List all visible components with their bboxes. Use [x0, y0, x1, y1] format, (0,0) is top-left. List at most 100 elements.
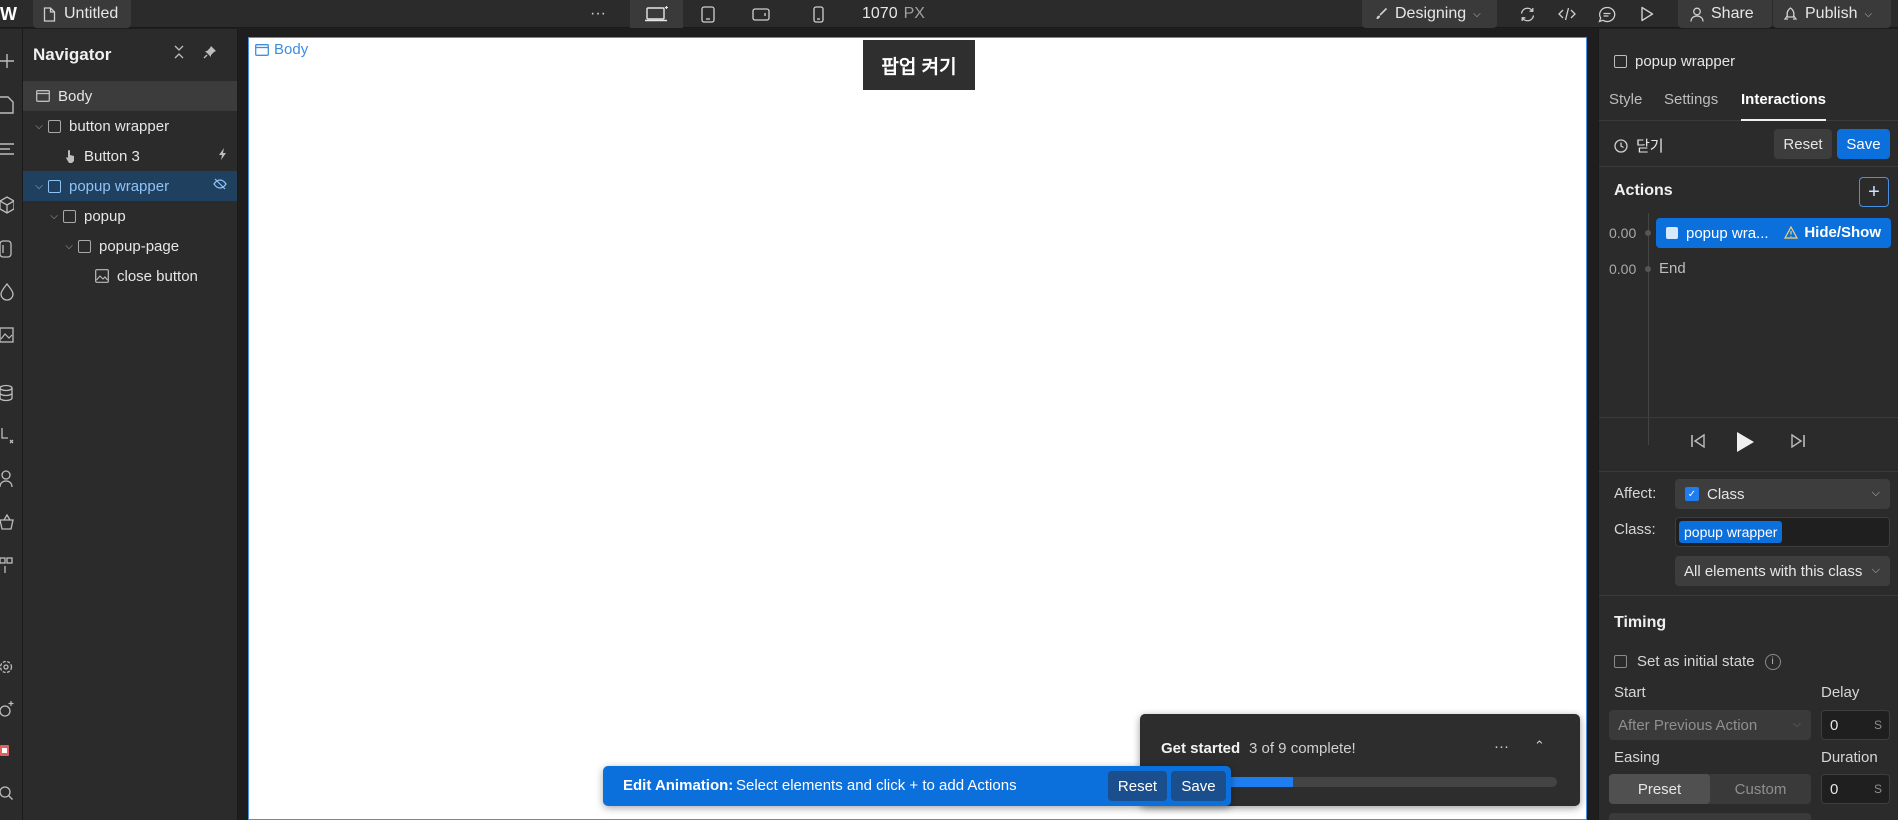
tab-style[interactable]: Style	[1609, 91, 1642, 121]
panel-tabs: Style Settings Interactions	[1599, 91, 1898, 121]
start-dropdown[interactable]: After Previous Action ⌵	[1609, 710, 1811, 740]
canvas-width-unit: PX	[903, 5, 925, 22]
sync-icon[interactable]	[1514, 0, 1540, 28]
navigator-icon[interactable]	[0, 139, 14, 159]
animation-reset-button[interactable]: Reset	[1108, 771, 1167, 801]
animation-save-button[interactable]: Save	[1171, 771, 1226, 801]
nav-item-close-button[interactable]: close button	[23, 261, 237, 291]
initial-state-label: Set as initial state	[1637, 653, 1755, 670]
chevron-down-icon[interactable]: ⌵	[33, 181, 45, 192]
trigger-name-row[interactable]: 닫기	[1614, 135, 1664, 156]
logo-icon[interactable]: W	[0, 3, 17, 25]
body-icon	[255, 43, 269, 56]
nav-item-popup-page[interactable]: ⌵ popup-page	[23, 231, 237, 261]
easing-preset-option[interactable]: Preset	[1609, 774, 1710, 804]
chevron-down-icon[interactable]: ⌵	[33, 121, 45, 132]
cms-database-icon[interactable]	[0, 383, 14, 403]
info-icon[interactable]: i	[1764, 653, 1781, 670]
publish-button[interactable]: Publish ⌵	[1773, 0, 1891, 28]
nav-item-popup[interactable]: ⌵ popup	[23, 201, 237, 231]
mode-dropdown[interactable]: Designing ⌵	[1362, 0, 1497, 28]
pin-icon[interactable]	[203, 45, 217, 59]
code-icon[interactable]	[1554, 0, 1580, 28]
hide-show-action[interactable]: popup wra... Hide/Show	[1656, 218, 1891, 248]
settings-gear-icon[interactable]	[0, 657, 14, 677]
tablet-breakpoint-icon[interactable]	[695, 0, 721, 28]
hidden-eye-off-icon[interactable]	[213, 178, 227, 193]
affect-dropdown[interactable]: ✓ Class ⌵	[1675, 479, 1890, 509]
nav-item-button-3[interactable]: Button 3	[23, 141, 237, 171]
skip-forward-icon[interactable]	[1789, 432, 1807, 454]
skip-back-icon[interactable]	[1689, 432, 1707, 454]
collapse-all-icon[interactable]	[173, 45, 185, 59]
rocket-icon	[1783, 6, 1798, 22]
design-canvas[interactable]: Body 팝업 켜기	[248, 37, 1587, 820]
left-tool-rail	[0, 29, 23, 820]
more-options-icon[interactable]: ···	[1494, 738, 1509, 755]
delay-unit: S	[1873, 718, 1882, 732]
body-element-tag[interactable]: Body	[255, 41, 308, 58]
chevron-up-icon[interactable]: ⌃	[1534, 738, 1545, 754]
nav-item-button-wrapper[interactable]: ⌵ button wrapper	[23, 111, 237, 141]
pages-icon[interactable]	[0, 95, 14, 115]
designer-app: W Untitled ··· 1070 PX Designing ⌵ Share…	[0, 0, 1898, 820]
class-chip[interactable]: popup wrapper	[1679, 521, 1783, 543]
nav-item-body[interactable]: Body	[23, 81, 237, 111]
comments-icon[interactable]	[1594, 0, 1620, 28]
publish-label: Publish	[1805, 5, 1858, 22]
div-block-icon	[48, 179, 61, 193]
share-button[interactable]: Share	[1678, 0, 1772, 28]
ecommerce-basket-icon[interactable]	[0, 512, 14, 532]
delay-input[interactable]: 0 S	[1821, 710, 1890, 740]
record-icon[interactable]	[0, 741, 14, 761]
search-icon[interactable]	[0, 784, 14, 804]
desktop-breakpoint-icon[interactable]	[630, 0, 683, 28]
mobile-landscape-breakpoint-icon[interactable]	[748, 0, 774, 28]
more-options-icon[interactable]: ···	[585, 0, 611, 28]
class-target-icon	[1666, 227, 1678, 239]
tab-interactions[interactable]: Interactions	[1741, 91, 1827, 121]
styles-drop-icon[interactable]	[0, 282, 14, 302]
file-name-button[interactable]: Untitled	[33, 0, 131, 28]
chevron-down-icon[interactable]: ⌵	[63, 241, 75, 252]
affect-scope-value: All elements with this class	[1684, 562, 1863, 580]
tab-settings[interactable]: Settings	[1664, 91, 1718, 121]
variables-icon[interactable]	[0, 239, 14, 259]
initial-state-checkbox[interactable]	[1614, 655, 1627, 668]
preview-play-icon[interactable]	[1634, 0, 1660, 28]
easing-custom-option[interactable]: Custom	[1710, 774, 1811, 804]
selected-element-name: popup wrapper	[1635, 53, 1736, 70]
apps-icon[interactable]	[0, 555, 14, 575]
class-checkbox-icon: ✓	[1685, 487, 1699, 501]
mobile-portrait-breakpoint-icon[interactable]	[805, 0, 831, 28]
logic-flow-icon[interactable]	[0, 426, 14, 446]
class-selector-field[interactable]: popup wrapper	[1675, 517, 1890, 547]
navigator-title: Navigator	[33, 45, 112, 64]
ai-sparkle-icon[interactable]	[0, 699, 14, 719]
interaction-save-button[interactable]: Save	[1837, 129, 1890, 159]
add-elements-icon[interactable]	[0, 51, 14, 71]
interaction-reset-button[interactable]: Reset	[1774, 129, 1832, 159]
body-tag-label: Body	[274, 41, 309, 58]
action-row-end: 0.00 End	[1599, 254, 1898, 284]
chevron-down-icon[interactable]: ⌵	[48, 211, 60, 222]
duration-input[interactable]: 0 S	[1821, 774, 1890, 804]
file-name: Untitled	[64, 5, 119, 22]
mode-label: Designing	[1395, 5, 1467, 22]
start-value: After Previous Action	[1618, 716, 1758, 734]
div-block-icon	[78, 239, 91, 253]
get-started-progress-text: 3 of 9 complete!	[1249, 740, 1356, 757]
nav-item-label: Button 3	[84, 147, 140, 165]
play-icon[interactable]	[1734, 430, 1756, 458]
easing-preset-dropdown[interactable]	[1609, 813, 1811, 820]
open-popup-button[interactable]: 팝업 켜기	[863, 40, 975, 90]
assets-image-icon[interactable]	[0, 325, 14, 345]
timeline-dot	[1645, 230, 1651, 236]
clock-icon	[1614, 138, 1628, 153]
users-icon[interactable]	[0, 469, 14, 489]
affect-scope-dropdown[interactable]: All elements with this class ⌵	[1675, 556, 1890, 586]
add-action-plus-icon[interactable]: +	[1859, 177, 1889, 207]
nav-item-popup-wrapper[interactable]: ⌵ popup wrapper	[23, 171, 237, 201]
share-label: Share	[1711, 5, 1754, 22]
components-icon[interactable]	[0, 195, 14, 215]
